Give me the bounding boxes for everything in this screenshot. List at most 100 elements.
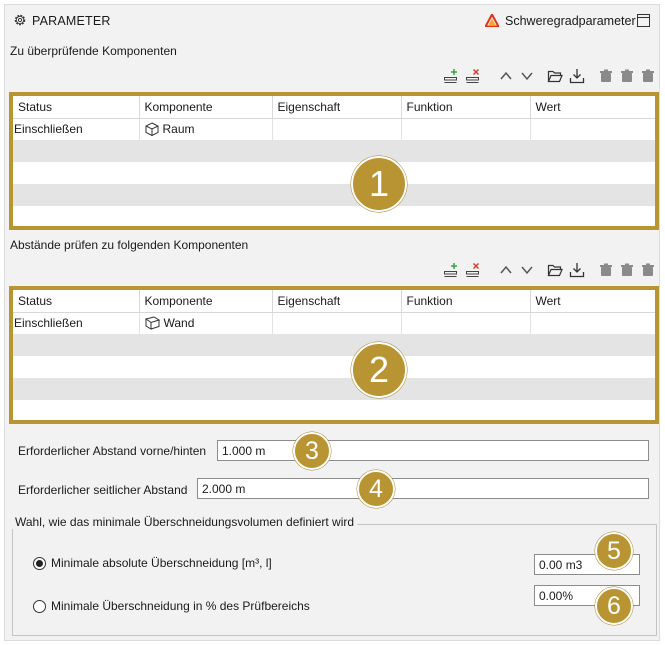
remove-row-button[interactable] bbox=[464, 67, 482, 85]
delete-button-1[interactable] bbox=[597, 261, 615, 279]
front-back-clearance-input[interactable] bbox=[217, 440, 649, 461]
cell-property[interactable] bbox=[272, 312, 402, 334]
delete-icon bbox=[621, 69, 633, 82]
table-row[interactable] bbox=[13, 162, 655, 184]
cube-icon bbox=[145, 122, 158, 137]
column-header-component[interactable]: Komponente bbox=[139, 290, 273, 313]
open-folder-button[interactable] bbox=[546, 261, 564, 279]
severity-parameter-link[interactable]: Schweregradparameter bbox=[505, 14, 636, 28]
cell-status[interactable]: Einschließen bbox=[13, 118, 140, 140]
table-row[interactable] bbox=[13, 334, 655, 356]
percent-overlap-option[interactable]: Minimale Überschneidung in % des Prüfber… bbox=[33, 599, 310, 613]
gear-icon bbox=[14, 14, 26, 26]
delete-button-3[interactable] bbox=[639, 261, 657, 279]
remove-row-icon bbox=[466, 69, 479, 83]
section-components-label: Zu überprüfende Komponenten bbox=[10, 44, 177, 58]
open-folder-icon bbox=[547, 264, 563, 277]
remove-row-button[interactable] bbox=[464, 261, 482, 279]
panel-title: PARAMETER bbox=[32, 14, 111, 28]
components-table: Status Komponente Eigenschaft Funktion W… bbox=[9, 92, 659, 230]
table-row[interactable] bbox=[13, 356, 655, 378]
table-header-row: Status Komponente Eigenschaft Funktion W… bbox=[13, 96, 655, 119]
table-row[interactable] bbox=[13, 378, 655, 400]
delete-icon bbox=[642, 69, 654, 82]
absolute-overlap-option[interactable]: Minimale absolute Überschneidung [m³, l] bbox=[33, 556, 272, 570]
delete-button-3[interactable] bbox=[639, 67, 657, 85]
side-clearance-input[interactable] bbox=[197, 478, 649, 499]
delete-icon bbox=[600, 69, 612, 82]
add-row-button[interactable] bbox=[442, 67, 460, 85]
table-row[interactable] bbox=[13, 400, 655, 422]
overlap-definition-group bbox=[12, 524, 657, 636]
delete-button-1[interactable] bbox=[597, 67, 615, 85]
front-back-clearance-label: Erforderlicher Abstand vorne/hinten bbox=[18, 444, 207, 458]
cell-component[interactable]: Wand bbox=[139, 312, 273, 334]
components-toolbar bbox=[442, 67, 657, 87]
delete-button-2[interactable] bbox=[618, 67, 636, 85]
table-header-row: Status Komponente Eigenschaft Funktion W… bbox=[13, 290, 655, 313]
callout-badge-1: 1 bbox=[351, 156, 407, 212]
side-clearance-label: Erforderlicher seitlicher Abstand bbox=[18, 483, 188, 497]
import-icon bbox=[569, 263, 585, 278]
column-header-value[interactable]: Wert bbox=[530, 290, 655, 313]
column-header-property[interactable]: Eigenschaft bbox=[272, 290, 402, 313]
overlap-group-label: Wahl, wie das minimale Überschneidungsvo… bbox=[12, 515, 358, 529]
callout-badge-2: 2 bbox=[351, 342, 407, 398]
table-row[interactable]: Einschließen Raum bbox=[13, 118, 655, 140]
percent-overlap-radio[interactable] bbox=[33, 599, 46, 613]
cell-property[interactable] bbox=[272, 118, 402, 140]
move-up-icon bbox=[500, 71, 512, 80]
delete-icon bbox=[621, 263, 633, 276]
move-down-icon bbox=[521, 72, 533, 81]
cell-function[interactable] bbox=[401, 312, 531, 334]
open-folder-icon bbox=[547, 70, 563, 83]
table-row[interactable] bbox=[13, 206, 655, 228]
column-header-function[interactable]: Funktion bbox=[401, 290, 531, 313]
panel-header: PARAMETER Schweregradparameter bbox=[5, 5, 659, 35]
column-header-property[interactable]: Eigenschaft bbox=[272, 96, 402, 119]
move-down-button[interactable] bbox=[518, 261, 536, 279]
move-up-icon bbox=[500, 265, 512, 274]
callout-badge-5: 5 bbox=[595, 532, 633, 570]
radio-selected-dot bbox=[36, 559, 43, 567]
callout-badge-6: 6 bbox=[595, 587, 633, 625]
warning-triangle-icon[interactable] bbox=[485, 14, 499, 27]
column-header-value[interactable]: Wert bbox=[530, 96, 655, 119]
callout-badge-3: 3 bbox=[293, 432, 331, 470]
move-down-icon bbox=[521, 266, 533, 275]
table-row[interactable] bbox=[13, 184, 655, 206]
table-row[interactable] bbox=[13, 140, 655, 162]
column-header-component[interactable]: Komponente bbox=[139, 96, 273, 119]
add-row-icon bbox=[444, 69, 457, 83]
absolute-overlap-radio[interactable] bbox=[33, 556, 46, 570]
absolute-overlap-label: Minimale absolute Überschneidung [m³, l] bbox=[51, 556, 272, 570]
percent-overlap-label: Minimale Überschneidung in % des Prüfber… bbox=[51, 599, 310, 613]
open-folder-button[interactable] bbox=[546, 67, 564, 85]
delete-icon bbox=[642, 263, 654, 276]
cell-component[interactable]: Raum bbox=[139, 118, 273, 140]
cell-status[interactable]: Einschließen bbox=[13, 312, 140, 334]
column-header-function[interactable]: Funktion bbox=[401, 96, 531, 119]
move-up-button[interactable] bbox=[497, 261, 515, 279]
callout-badge-4: 4 bbox=[357, 470, 395, 508]
import-icon bbox=[569, 69, 585, 84]
delete-button-2[interactable] bbox=[618, 261, 636, 279]
column-header-status[interactable]: Status bbox=[13, 290, 140, 313]
cell-value[interactable] bbox=[530, 312, 655, 334]
window-icon[interactable] bbox=[637, 14, 650, 27]
cell-function[interactable] bbox=[401, 118, 531, 140]
distances-table: Status Komponente Eigenschaft Funktion W… bbox=[9, 286, 659, 424]
import-button[interactable] bbox=[568, 67, 586, 85]
table-row[interactable]: Einschließen Wand bbox=[13, 312, 655, 334]
move-up-button[interactable] bbox=[497, 67, 515, 85]
section-distances-label: Abstände prüfen zu folgenden Komponenten bbox=[10, 238, 249, 252]
move-down-button[interactable] bbox=[518, 67, 536, 85]
column-header-status[interactable]: Status bbox=[13, 96, 140, 119]
delete-icon bbox=[600, 263, 612, 276]
component-name: Raum bbox=[162, 122, 195, 137]
add-row-button[interactable] bbox=[442, 261, 460, 279]
parameter-panel: PARAMETER Schweregradparameter Zu überpr… bbox=[4, 4, 660, 641]
wall-icon bbox=[144, 316, 160, 331]
cell-value[interactable] bbox=[530, 118, 655, 140]
import-button[interactable] bbox=[568, 261, 586, 279]
